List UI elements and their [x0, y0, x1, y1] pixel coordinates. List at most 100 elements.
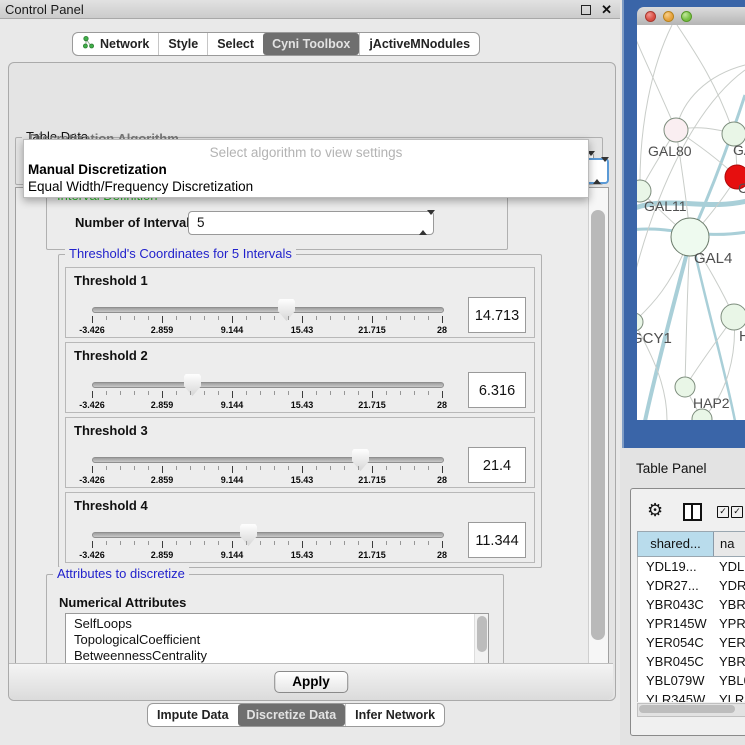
network-view[interactable]: GAL80 GA GAL11 C GAL4 GCY1 H HAP2 [637, 25, 745, 420]
tick-mark [106, 466, 107, 470]
table-cell[interactable]: YBR043C [638, 595, 714, 614]
settings-scrollbar[interactable] [588, 188, 608, 666]
threshold-slider[interactable] [92, 457, 444, 463]
threshold-slider[interactable] [92, 307, 444, 313]
table-cell[interactable]: YDL1 [714, 557, 745, 576]
tick-mark [386, 316, 387, 320]
network-node[interactable] [675, 377, 695, 397]
slider-scale: -3.4262.8599.14415.4321.71528 [92, 466, 444, 490]
tick-mark [92, 316, 93, 323]
tick-mark [316, 466, 317, 470]
table-hscrollbar[interactable] [637, 703, 745, 717]
table-cell[interactable]: YDR27... [638, 576, 714, 595]
tick-mark [414, 391, 415, 395]
stepper-icon[interactable] [419, 212, 428, 234]
table-row[interactable]: YBR045CYBR0 [638, 652, 745, 671]
network-node[interactable] [637, 313, 643, 331]
tab-style[interactable]: Style [158, 33, 207, 55]
table-cell[interactable]: YBL079W [638, 671, 714, 690]
scrollbar-thumb[interactable] [639, 705, 735, 713]
network-node[interactable] [664, 118, 688, 142]
table-cell[interactable]: YER054C [638, 633, 714, 652]
attribute-list-item[interactable]: TopologicalCoefficient [66, 632, 474, 648]
table-cell[interactable]: YBR0 [714, 595, 745, 614]
table-cell[interactable]: YBR0 [714, 652, 745, 671]
tick-mark [330, 316, 331, 320]
threshold-slider[interactable] [92, 532, 444, 538]
tab-network[interactable]: Network [73, 33, 158, 55]
tick-mark [442, 391, 443, 398]
tick-mark [106, 541, 107, 545]
tick-label: 2.859 [151, 400, 174, 410]
number-of-intervals-combo[interactable]: 5 [188, 211, 434, 235]
attribute-list-item[interactable]: BetweennessCentrality [66, 648, 474, 664]
threshold-value-field[interactable]: 11.344 [468, 522, 526, 558]
table-row[interactable]: YPR145WYPR1 [638, 614, 745, 633]
table-row[interactable]: YDL19...YDL1 [638, 557, 745, 576]
table-cell[interactable]: YPR145W [638, 614, 714, 633]
tick-label: 28 [437, 475, 447, 485]
table-cell[interactable]: YDR2 [714, 576, 745, 595]
tick-mark [400, 391, 401, 395]
scrollbar-thumb[interactable] [591, 210, 605, 640]
table-row[interactable]: YBL079WYBL0 [638, 671, 745, 690]
stepper-icon[interactable] [593, 162, 602, 180]
scrollbar-thumb[interactable] [477, 616, 487, 652]
tab-cyni-toolbox[interactable]: Cyni Toolbox [263, 33, 359, 55]
tick-mark [134, 391, 135, 395]
table-row[interactable]: YBR043CYBR0 [638, 595, 745, 614]
tick-mark [246, 541, 247, 545]
dropdown-option-equal-width[interactable]: Equal Width/Frequency Discretization [28, 179, 253, 194]
apply-button[interactable]: Apply [274, 671, 348, 693]
threshold-value-field[interactable]: 6.316 [468, 372, 526, 408]
table-cell[interactable]: YBR045C [638, 652, 714, 671]
tab-select[interactable]: Select [207, 33, 263, 55]
tab-discretize-data[interactable]: Discretize Data [238, 704, 346, 726]
minimize-traffic-light-icon[interactable] [663, 11, 674, 22]
dropdown-option-manual[interactable]: Manual Discretization [28, 162, 167, 177]
slider-scale: -3.4262.8599.14415.4321.71528 [92, 316, 444, 340]
threshold-label: Threshold 2 [74, 348, 148, 363]
tick-label: 21.715 [358, 550, 386, 560]
list-scrollbar[interactable] [474, 614, 488, 664]
algorithm-dropdown: Select algorithm to view settings Manual… [23, 139, 589, 198]
tab-infer-network[interactable]: Infer Network [345, 704, 444, 726]
tick-mark [120, 316, 121, 320]
tick-mark [106, 391, 107, 395]
threshold-value-field[interactable]: 21.4 [468, 447, 526, 483]
network-node[interactable] [721, 304, 745, 330]
table-cell[interactable]: YBL0 [714, 671, 745, 690]
table-row[interactable]: YLR345WYLR3 [638, 690, 745, 702]
tab-jactivemnodules[interactable]: jActiveMNodules [359, 33, 479, 55]
checkbox-icon[interactable]: ✓ [731, 506, 743, 518]
attribute-list-item[interactable]: SelfLoops [66, 616, 474, 632]
tick-mark [344, 541, 345, 545]
float-icon[interactable] [581, 5, 591, 15]
table-row[interactable]: YDR27...YDR2 [638, 576, 745, 595]
column-header-name[interactable]: na [714, 532, 745, 556]
tick-mark [400, 466, 401, 470]
checkbox-icon[interactable]: ✓ [717, 506, 729, 518]
split-view-icon[interactable] [683, 503, 702, 521]
tick-mark [386, 391, 387, 395]
tab-impute-data[interactable]: Impute Data [148, 704, 238, 726]
column-header-shared-name[interactable]: shared... [638, 532, 714, 556]
tick-mark [134, 316, 135, 320]
tick-mark [358, 316, 359, 320]
tick-mark [330, 391, 331, 395]
table-cell[interactable]: YLR3 [714, 690, 745, 702]
threshold-slider[interactable] [92, 382, 444, 388]
table-row[interactable]: YER054CYER0 [638, 633, 745, 652]
close-icon[interactable]: ✕ [601, 1, 612, 18]
table-cell[interactable]: YER0 [714, 633, 745, 652]
gear-icon[interactable]: ⚙ [647, 501, 663, 519]
table-cell[interactable]: YPR1 [714, 614, 745, 633]
tick-mark [358, 466, 359, 470]
close-traffic-light-icon[interactable] [645, 11, 656, 22]
threshold-value-field[interactable]: 14.713 [468, 297, 526, 333]
table-cell[interactable]: YDL19... [638, 557, 714, 576]
table-cell[interactable]: YLR345W [638, 690, 714, 702]
threshold-label: Threshold 1 [74, 273, 148, 288]
control-panel: Control Panel ✕ Network Style Se [0, 0, 620, 745]
zoom-traffic-light-icon[interactable] [681, 11, 692, 22]
